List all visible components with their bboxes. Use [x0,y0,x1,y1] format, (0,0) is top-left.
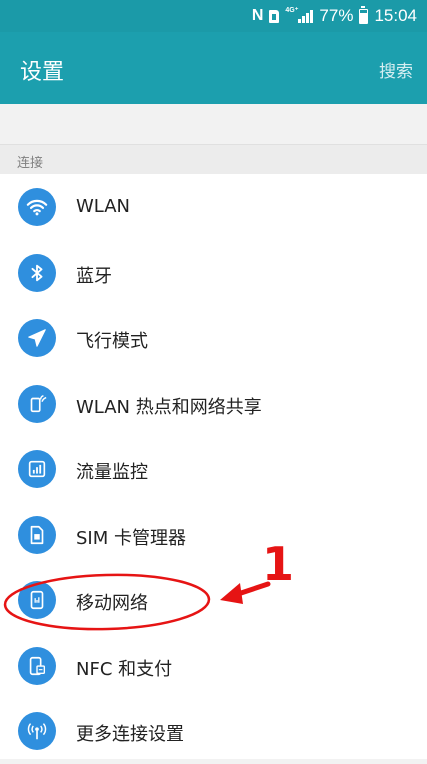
network-type-badge: 4G⁺ [285,6,299,14]
settings-item-data-usage[interactable]: 流量监控 [0,436,427,502]
sim-icon [269,9,280,23]
settings-content[interactable]: 连接 WLAN 蓝牙 飞行模式 WLAN 热点和网络共享 流量监控 SIM 卡管… [0,104,427,759]
settings-item-label: 更多连接设置 [76,724,184,745]
wifi-icon [18,188,56,226]
settings-item-sim-manager[interactable]: SIM 卡管理器 [0,502,427,568]
settings-item-wlan[interactable]: WLAN [0,174,427,240]
section-label-connections: 连接 [17,156,44,171]
airplane-icon [18,319,56,357]
settings-item-label: 蓝牙 [76,265,112,287]
settings-list: WLAN 蓝牙 飞行模式 WLAN 热点和网络共享 流量监控 SIM 卡管理器 … [0,174,427,764]
status-time: 15:04 [374,6,417,25]
search-button[interactable]: 搜索 [379,57,413,82]
bluetooth-icon [18,253,56,292]
more-connections-icon [18,712,56,750]
settings-item-label: 流量监控 [76,462,148,483]
battery-icon [359,5,369,24]
section-header: 连接 [0,144,427,174]
settings-item-label: 移动网络 [76,593,148,614]
nfc-icon: N [251,7,264,24]
settings-item-nfc-payment[interactable]: NFC 和支付 [0,633,427,699]
settings-item-mobile-network[interactable]: 移动网络 [0,567,427,633]
settings-item-airplane-mode[interactable]: 飞行模式 [0,305,427,371]
hotspot-icon [18,384,56,423]
settings-item-hotspot[interactable]: WLAN 热点和网络共享 [0,371,427,437]
status-bar: N 4G⁺ 77% 15:04 [0,0,427,32]
battery-percent: 77% [319,6,354,25]
settings-item-label: WLAN 热点和网络共享 [76,396,262,418]
status-icons: N 4G⁺ 77% 15:04 [252,4,417,28]
nfc-payment-icon [18,646,56,685]
page-title: 设置 [20,60,65,85]
top-spacer [0,104,427,144]
settings-item-label: NFC 和支付 [76,658,173,680]
settings-item-label: SIM 卡管理器 [76,527,186,549]
mobile-network-icon [18,581,56,619]
sim-card-icon [18,515,56,554]
signal-icon: 4G⁺ [285,6,314,23]
settings-item-more-connections[interactable]: 更多连接设置 [0,698,427,764]
settings-item-bluetooth[interactable]: 蓝牙 [0,240,427,306]
app-bar: 设置 搜索 [0,32,427,104]
data-usage-icon [18,450,56,488]
settings-item-label: WLAN [76,196,131,217]
settings-item-label: 飞行模式 [76,331,148,352]
